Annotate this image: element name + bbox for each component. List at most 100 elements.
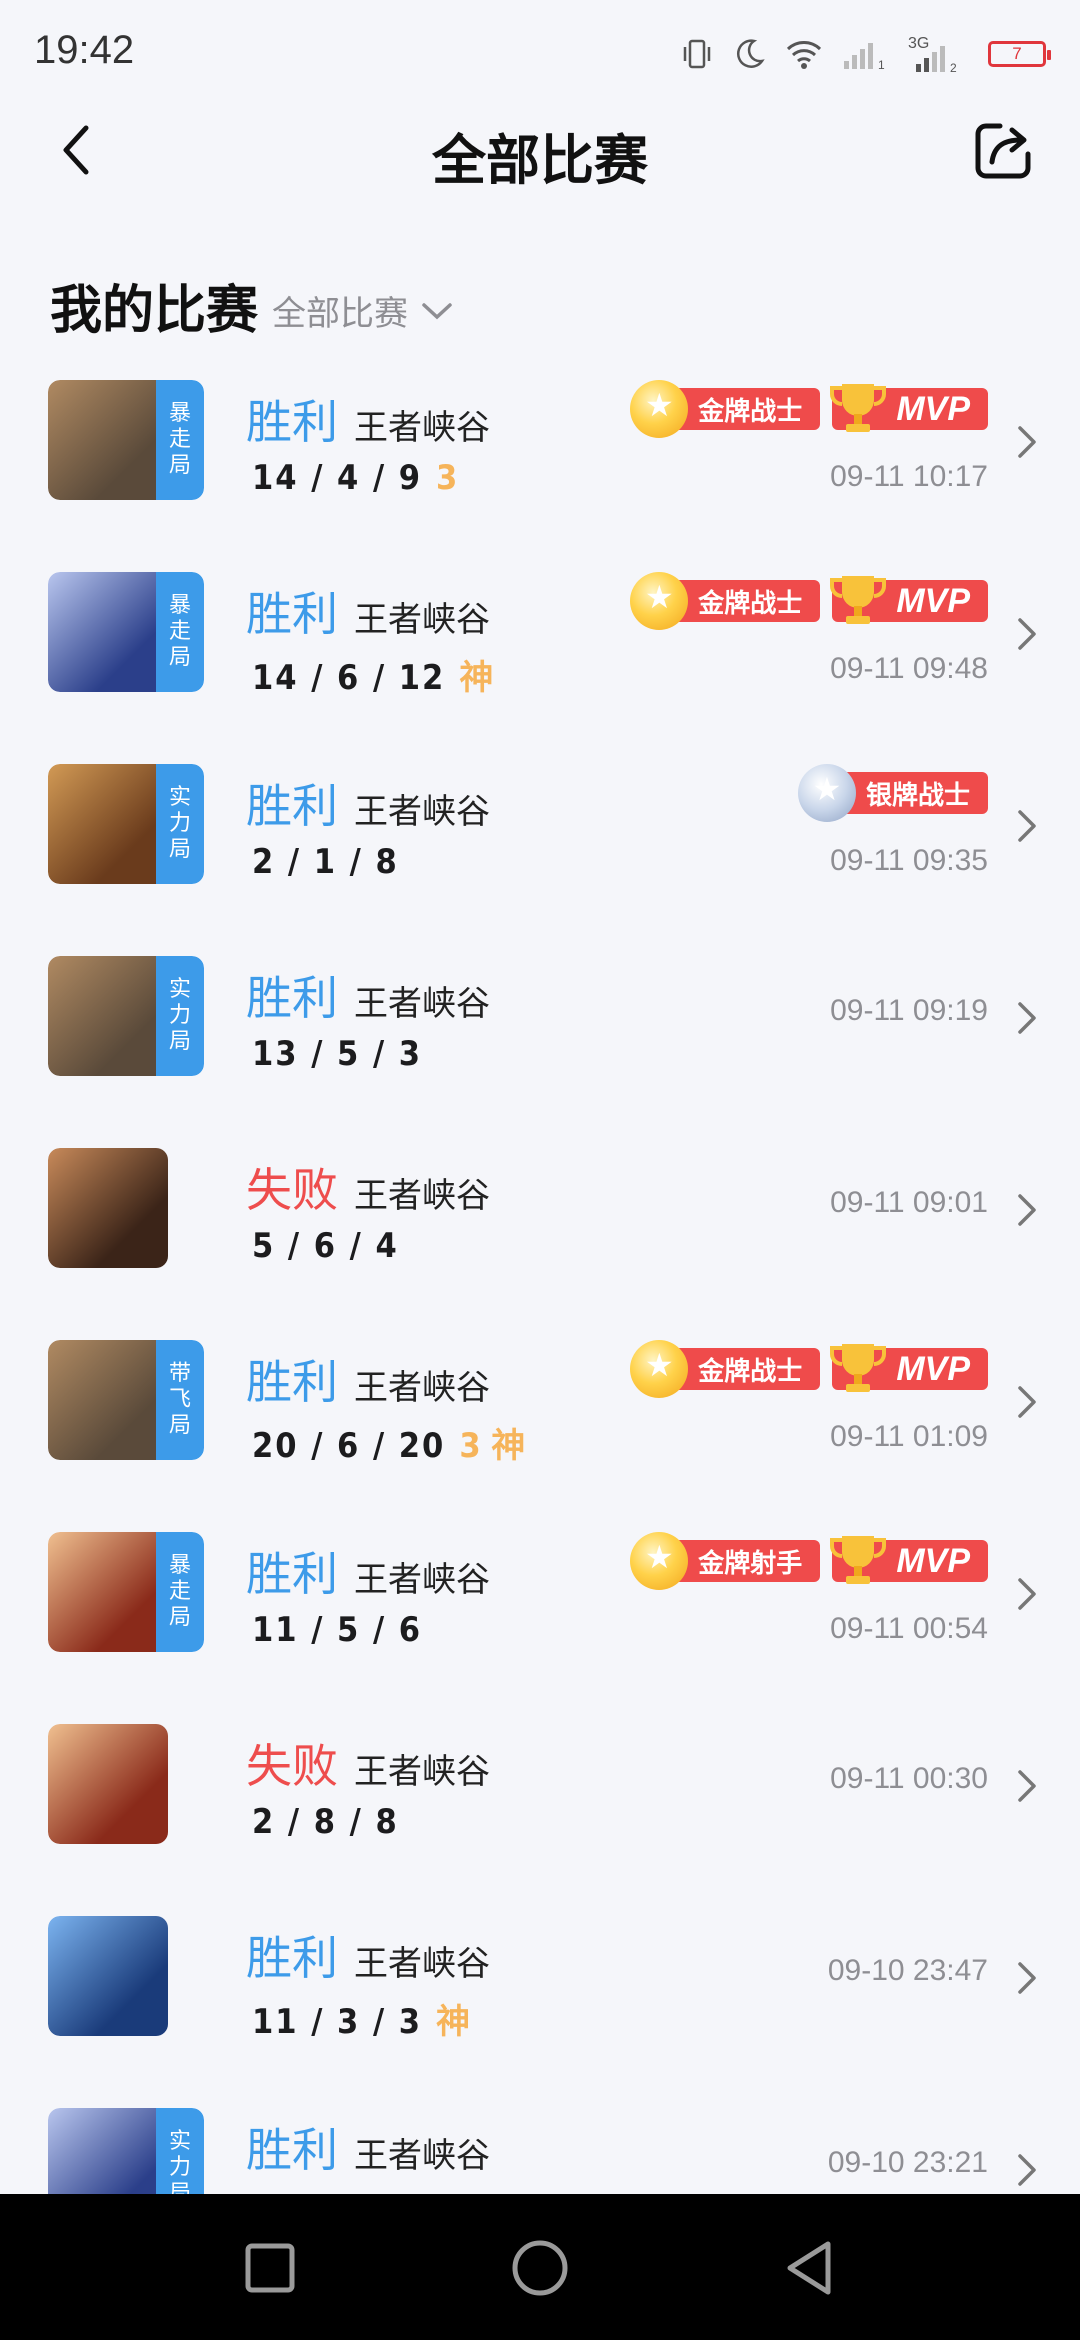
silver-medal-badge: ★ 银牌战士 (797, 764, 988, 822)
map-name: 王者峡谷 (354, 600, 490, 640)
match-result: 失败 (246, 1739, 338, 1793)
hero-avatar: 暴 走 局 (48, 380, 204, 500)
match-mode-badge: 暴 走 局 (156, 380, 204, 500)
badge-label: MVP (896, 1349, 970, 1388)
chevron-right-icon (1018, 1770, 1036, 1802)
chevron-right-icon (1018, 1386, 1036, 1418)
hero-portrait (48, 380, 168, 500)
hero-avatar: 暴 走 局 (48, 572, 204, 692)
hero-portrait (48, 1148, 168, 1268)
hero-portrait (48, 1724, 168, 1844)
chevron-right-icon (1018, 2154, 1036, 2186)
map-name: 王者峡谷 (354, 1176, 490, 1216)
streak-tag: 3 神 (459, 1426, 526, 1466)
trophy-icon (830, 576, 887, 624)
match-result: 胜利 (246, 587, 338, 641)
match-result: 胜利 (246, 1931, 338, 1985)
signal-icon: 1 (844, 43, 885, 71)
match-result: 胜利 (246, 971, 338, 1025)
wifi-icon (786, 41, 822, 69)
star-medal-icon: ★ (630, 380, 689, 438)
kda-value: 11 / 5 / 6 (252, 1610, 423, 1650)
hero-portrait (48, 1340, 168, 1460)
star-medal-icon: ★ (630, 1532, 689, 1590)
achievement-badges: ★ 银牌战士 (797, 764, 988, 822)
match-time: 09-11 09:35 (830, 844, 988, 877)
map-name: 王者峡谷 (354, 1752, 490, 1792)
hero-portrait (48, 572, 168, 692)
achievement-badges: ★ 金牌战士 MVP (630, 572, 988, 630)
kda-value: 2 / 8 / 8 (252, 1802, 399, 1842)
kda-stats: 14 / 4 / 9 3 (252, 458, 457, 498)
match-filter-dropdown[interactable]: 全部比赛 (272, 286, 454, 335)
section-title: 我的比赛 (50, 281, 259, 341)
filter-label: 全部比赛 (272, 294, 409, 334)
match-row[interactable]: 实 力 局胜利 王者峡谷 2 / 1 / 8 ★ 银牌战士 09-11 09:35 (0, 756, 1080, 948)
match-row[interactable]: 暴 走 局胜利 王者峡谷 14 / 4 / 9 3 ★ 金牌战士 MVP 09-11 10:1… (0, 372, 1080, 564)
map-name: 王者峡谷 (354, 984, 490, 1024)
kda-stats: 20 / 6 / 20 3 神 (252, 1418, 525, 1467)
badge-label: MVP (896, 389, 970, 428)
match-row[interactable]: 实 力 局胜利 王者峡谷 13 / 5 / 3 09-11 09:19 (0, 948, 1080, 1140)
gold-medal-badge: ★ 金牌战士 (630, 1340, 821, 1398)
home-icon[interactable] (508, 2236, 572, 2300)
match-time: 09-10 23:21 (827, 2146, 988, 2179)
share-icon[interactable] (970, 118, 1036, 184)
badge-label: 金牌战士 (698, 396, 803, 427)
badge-label: 金牌射手 (698, 1548, 803, 1579)
trophy-icon (830, 1344, 887, 1392)
hero-portrait (48, 764, 168, 884)
kda-stats: 11 / 3 / 3 神 (252, 1994, 470, 2043)
match-row[interactable]: 失败 王者峡谷 5 / 6 / 4 09-11 09:01 (0, 1140, 1080, 1332)
streak-tag: 3 (436, 458, 458, 498)
hero-avatar: 暴 走 局 (48, 1532, 204, 1652)
status-time: 19:42 (34, 28, 135, 72)
signal-icon: 3G 2 (908, 35, 957, 74)
kda-value: 2 / 1 / 8 (252, 842, 399, 882)
page-title: 全部比赛 (432, 129, 648, 192)
match-row[interactable]: 暴 走 局胜利 王者峡谷 14 / 6 / 12 神 ★ 金牌战士 MVP 09-11 09:… (0, 564, 1080, 756)
hero-avatar (48, 1148, 204, 1268)
map-name: 王者峡谷 (354, 792, 490, 832)
hero-avatar: 实 力 局 (48, 764, 204, 884)
badge-label: 金牌战士 (698, 588, 803, 619)
achievement-badges: ★ 金牌战士 MVP (630, 1340, 988, 1398)
svg-text:1: 1 (878, 58, 885, 71)
match-time: 09-10 23:47 (827, 1954, 988, 1987)
star-medal-icon: ★ (630, 1340, 689, 1398)
badge-label: MVP (896, 581, 970, 620)
hero-portrait (48, 956, 168, 1076)
match-mode-badge: 实 力 局 (156, 764, 204, 884)
chevron-down-icon (422, 302, 452, 319)
match-mode-badge: 暴 走 局 (156, 572, 204, 692)
match-mode-badge: 暴 走 局 (156, 1532, 204, 1652)
mvp-badge: MVP (830, 576, 988, 624)
match-result: 胜利 (246, 2123, 338, 2177)
badge-label: 银牌战士 (865, 780, 970, 811)
match-result: 胜利 (246, 1355, 338, 1409)
moon-icon (737, 39, 765, 68)
match-row[interactable]: 暴 走 局胜利 王者峡谷 11 / 5 / 6 ★ 金牌射手 MVP 09-11 00:54 (0, 1524, 1080, 1716)
map-name: 王者峡谷 (354, 1944, 490, 1984)
star-medal-icon: ★ (797, 764, 856, 822)
gold-medal-badge: ★ 金牌射手 (630, 1532, 821, 1590)
mvp-badge: MVP (830, 1536, 988, 1584)
hero-portrait (48, 1532, 168, 1652)
match-row[interactable]: 带 飞 局胜利 王者峡谷 20 / 6 / 20 3 神 ★ 金牌战士 MVP 09-11 0… (0, 1332, 1080, 1524)
mvp-badge: MVP (830, 1344, 988, 1392)
kda-stats: 5 / 6 / 4 (252, 1226, 399, 1266)
match-time: 09-11 00:30 (830, 1762, 988, 1795)
streak-tag: 神 (459, 658, 494, 698)
hero-avatar: 带 飞 局 (48, 1340, 204, 1460)
match-result: 失败 (246, 1163, 338, 1217)
kda-stats: 11 / 5 / 6 (252, 1610, 422, 1650)
match-row[interactable]: 失败 王者峡谷 2 / 8 / 8 09-11 00:30 (0, 1716, 1080, 1908)
kda-value: 5 / 6 / 4 (252, 1226, 399, 1266)
recent-apps-icon[interactable] (238, 2236, 302, 2300)
match-time: 09-11 09:19 (830, 994, 988, 1027)
match-time: 09-11 00:54 (830, 1612, 988, 1645)
kda-stats: 2 / 8 / 8 (252, 1802, 399, 1842)
back-icon[interactable] (778, 2236, 842, 2300)
streak-tag: 神 (436, 2002, 471, 2042)
match-row[interactable]: 胜利 王者峡谷 11 / 3 / 3 神 09-10 23:47 (0, 1908, 1080, 2100)
